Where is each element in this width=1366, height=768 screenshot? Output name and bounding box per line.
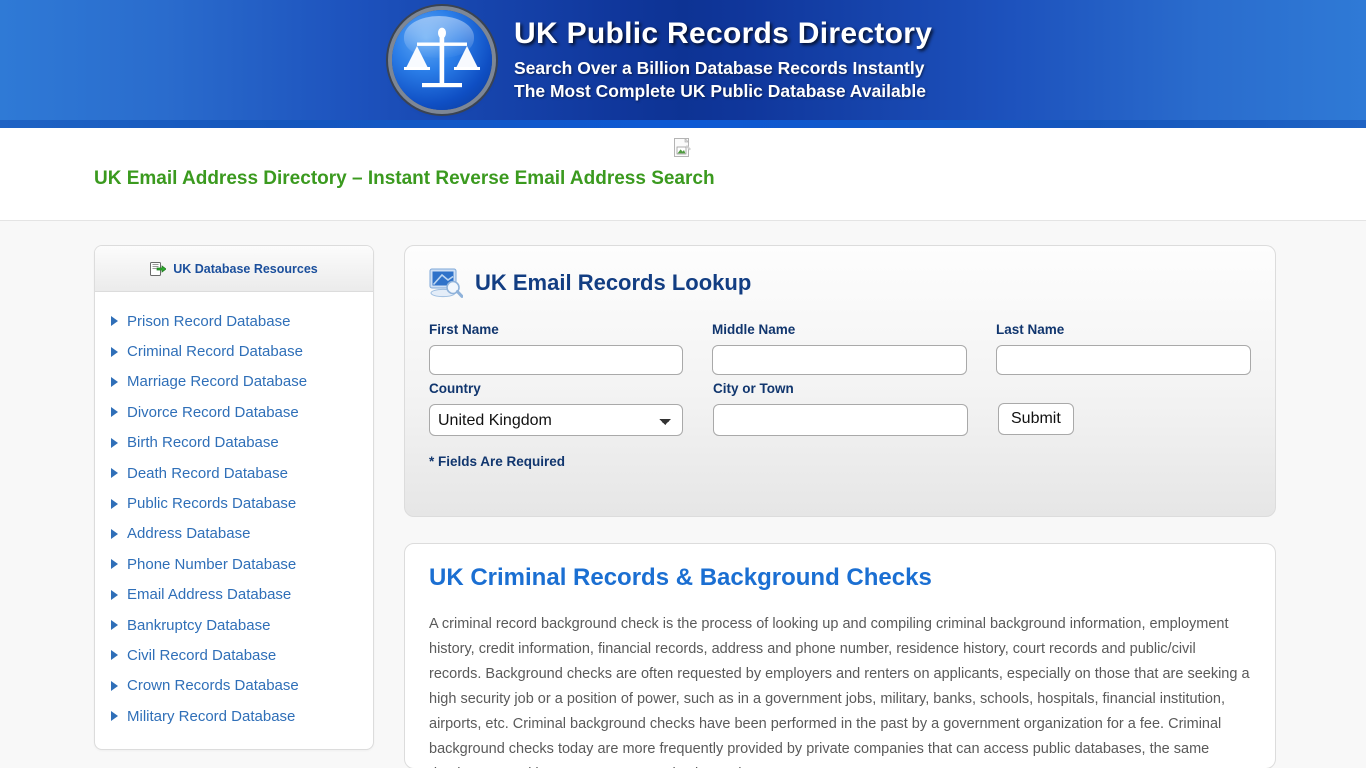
sidebar-item-label[interactable]: Civil Record Database (127, 647, 276, 664)
triangle-bullet-icon (111, 620, 118, 631)
sidebar-item-label[interactable]: Prison Record Database (127, 313, 290, 330)
country-label: Country (429, 381, 481, 396)
sidebar-item-address-database[interactable]: Address Database (95, 519, 373, 549)
sidebar-item-label[interactable]: Public Records Database (127, 495, 296, 512)
sidebar-item-label[interactable]: Email Address Database (127, 586, 291, 603)
page-title: UK Email Address Directory – Instant Rev… (94, 168, 715, 189)
sidebar-item-criminal-record-database[interactable]: Criminal Record Database (95, 336, 373, 366)
main-column: UK Email Records Lookup First Name Middl… (404, 245, 1276, 768)
sidebar-item-marriage-record-database[interactable]: Marriage Record Database (95, 367, 373, 397)
sidebar-item-email-address-database[interactable]: Email Address Database (95, 580, 373, 610)
sidebar-list: Prison Record Database Criminal Record D… (95, 306, 373, 731)
header-underline (0, 120, 1366, 128)
first-name-field-group: First Name (429, 322, 683, 375)
triangle-bullet-icon (111, 498, 118, 509)
submit-button[interactable]: Submit (998, 403, 1074, 435)
page-body: UK Database Resources Prison Record Data… (0, 221, 1366, 768)
last-name-label: Last Name (996, 322, 1065, 337)
scales-of-justice-icon (392, 10, 492, 110)
sidebar-item-label[interactable]: Bankruptcy Database (127, 617, 270, 634)
triangle-bullet-icon (111, 559, 118, 570)
tagline-line-1: Search Over a Billion Database Records I… (514, 57, 925, 78)
sidebar-item-bankruptcy-database[interactable]: Bankruptcy Database (95, 610, 373, 640)
broken-image-icon (674, 138, 691, 157)
triangle-bullet-icon (111, 407, 118, 418)
sidebar-item-label[interactable]: Marriage Record Database (127, 373, 307, 390)
sidebar-header: UK Database Resources (95, 246, 373, 292)
header-text-block: UK Public Records Directory Search Over … (514, 17, 932, 104)
sidebar-item-label[interactable]: Military Record Database (127, 708, 295, 725)
name-fields-row: First Name Middle Name Last Name (429, 322, 1251, 375)
tagline-line-2: The Most Complete UK Public Database Ava… (514, 81, 926, 101)
sidebar-item-public-records-database[interactable]: Public Records Database (95, 488, 373, 518)
first-name-input[interactable] (429, 345, 683, 375)
sidebar-item-label[interactable]: Phone Number Database (127, 556, 296, 573)
middle-name-field-group: Middle Name (712, 322, 967, 375)
city-field-group: City or Town (713, 381, 968, 436)
sidebar-item-label[interactable]: Criminal Record Database (127, 343, 303, 360)
last-name-input[interactable] (996, 345, 1251, 375)
required-fields-note: * Fields Are Required (429, 454, 566, 469)
middle-name-input[interactable] (712, 345, 967, 375)
article-title: UK Criminal Records & Background Checks (429, 564, 932, 591)
country-select[interactable]: United Kingdom (429, 404, 683, 436)
sidebar-item-death-record-database[interactable]: Death Record Database (95, 458, 373, 488)
sidebar-item-birth-record-database[interactable]: Birth Record Database (95, 428, 373, 458)
sidebar-item-label[interactable]: Divorce Record Database (127, 404, 299, 421)
sidebar-item-divorce-record-database[interactable]: Divorce Record Database (95, 397, 373, 427)
sidebar-item-prison-record-database[interactable]: Prison Record Database (95, 306, 373, 336)
site-tagline: Search Over a Billion Database Records I… (514, 57, 932, 104)
city-input[interactable] (713, 404, 968, 436)
triangle-bullet-icon (111, 680, 118, 691)
site-title: UK Public Records Directory (514, 16, 933, 50)
article-panel: UK Criminal Records & Background Checks … (404, 543, 1276, 768)
page-title-strip: UK Email Address Directory – Instant Rev… (0, 128, 1366, 221)
first-name-label: First Name (429, 322, 499, 337)
last-name-field-group: Last Name (996, 322, 1251, 375)
triangle-bullet-icon (111, 528, 118, 539)
triangle-bullet-icon (111, 316, 118, 327)
triangle-bullet-icon (111, 437, 118, 448)
sidebar-item-label[interactable]: Death Record Database (127, 465, 288, 482)
sidebar-header-label: UK Database Resources (173, 261, 318, 276)
sidebar-item-crown-records-database[interactable]: Crown Records Database (95, 671, 373, 701)
site-header: UK Public Records Directory Search Over … (0, 0, 1366, 120)
article-body: A criminal record background check is th… (429, 616, 1250, 768)
lookup-form-title: UK Email Records Lookup (475, 270, 752, 295)
triangle-bullet-icon (111, 589, 118, 600)
sidebar-item-military-record-database[interactable]: Military Record Database (95, 701, 373, 731)
triangle-bullet-icon (111, 468, 118, 479)
triangle-bullet-icon (111, 650, 118, 661)
country-field-group: Country United Kingdom (429, 381, 683, 436)
lookup-form-panel: UK Email Records Lookup First Name Middl… (404, 245, 1276, 517)
sidebar: UK Database Resources Prison Record Data… (94, 245, 374, 750)
database-export-icon (150, 261, 167, 276)
lookup-form-header: UK Email Records Lookup (429, 268, 1251, 298)
triangle-bullet-icon (111, 711, 118, 722)
city-label: City or Town (713, 381, 794, 396)
sidebar-item-label[interactable]: Address Database (127, 525, 250, 542)
monitor-search-icon (429, 268, 463, 298)
sidebar-item-label[interactable]: Crown Records Database (127, 677, 299, 694)
middle-name-label: Middle Name (712, 322, 796, 337)
location-fields-row: Country United Kingdom City or Town Subm… (429, 381, 1251, 436)
triangle-bullet-icon (111, 376, 118, 387)
triangle-bullet-icon (111, 346, 118, 357)
sidebar-item-label[interactable]: Birth Record Database (127, 434, 279, 451)
sidebar-item-civil-record-database[interactable]: Civil Record Database (95, 640, 373, 670)
sidebar-item-phone-number-database[interactable]: Phone Number Database (95, 549, 373, 579)
